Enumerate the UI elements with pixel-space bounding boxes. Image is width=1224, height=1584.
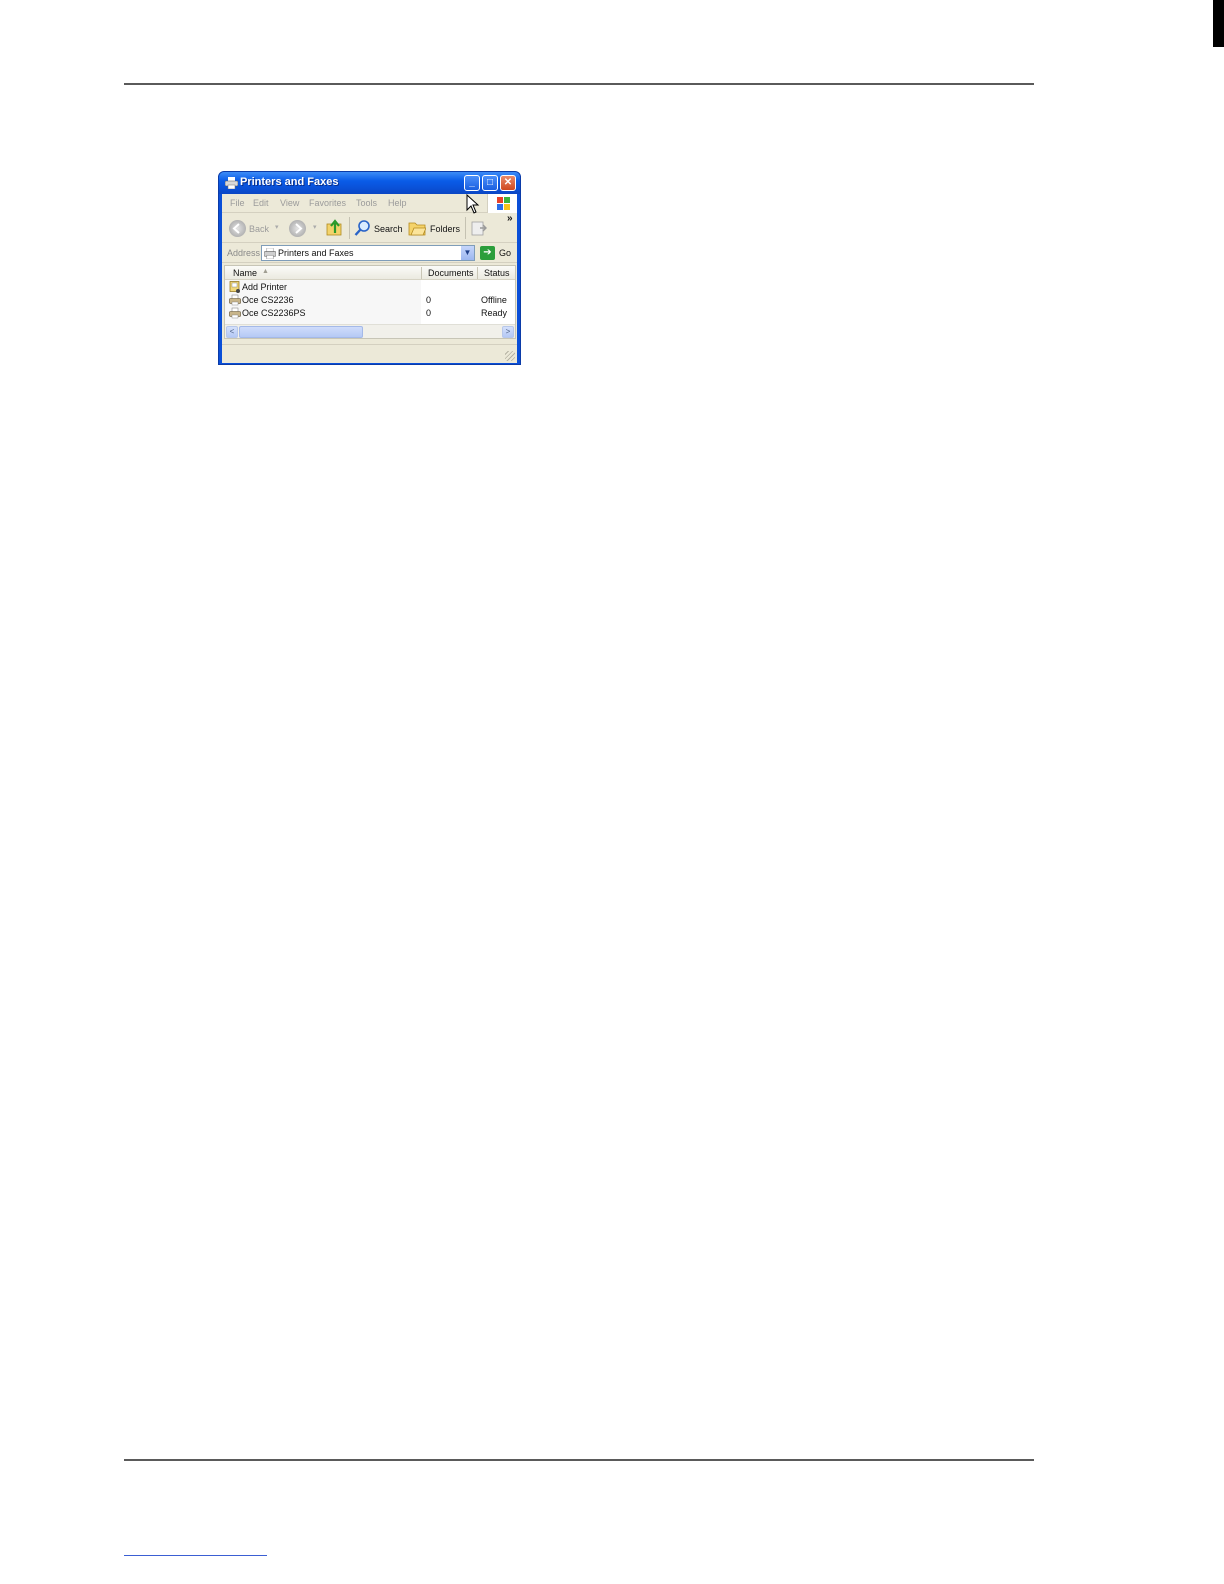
resize-grip[interactable] [505,351,515,361]
list-header: Name ▲ Documents Status [225,266,515,280]
views-icon[interactable] [470,220,488,237]
printer-icon [229,307,241,319]
folders-button[interactable]: Folders [430,224,460,234]
printer-list: Name ▲ Documents Status Add Printer Oce … [224,265,516,339]
toolbar: Back ▾ ▾ Search Folders » [222,213,517,243]
column-name[interactable]: Name [233,268,257,278]
column-documents[interactable]: Documents [428,268,474,278]
address-bar: Address Printers and Faxes ▼ ➔ Go [222,243,517,263]
printer-documents: 0 [426,308,432,318]
back-dropdown-icon[interactable]: ▾ [275,223,279,231]
search-button[interactable]: Search [374,224,403,234]
column-divider[interactable] [421,267,422,279]
menu-help[interactable]: Help [388,198,407,208]
go-arrow-icon: ➔ [483,247,492,258]
toolbar-overflow-icon[interactable]: » [507,213,513,224]
forward-dropdown-icon[interactable]: ▾ [313,223,317,231]
windows-logo-icon [487,194,517,213]
list-item[interactable]: Oce CS2236 0 Offline [225,294,517,307]
chevron-down-icon: ▼ [463,248,472,257]
mouse-cursor-icon [466,194,480,214]
menu-file[interactable]: File [230,198,245,208]
close-icon: ✕ [503,177,513,188]
horizontal-scrollbar[interactable]: < > [225,324,515,338]
add-printer-icon [229,281,240,293]
go-label[interactable]: Go [499,248,511,258]
window-client: File Edit View Favorites Tools Help Back… [222,194,517,363]
printer-documents: 0 [426,295,432,305]
address-dropdown-button[interactable]: ▼ [461,246,474,260]
window-title: Printers and Faxes [240,176,339,188]
address-printer-icon [264,248,276,259]
chevron-right-icon: > [505,327,511,336]
menu-edit[interactable]: Edit [253,198,269,208]
printer-icon [229,294,241,306]
menu-view[interactable]: View [280,198,299,208]
printer-status: Offline [481,295,507,305]
forward-button[interactable] [289,220,306,237]
list-item[interactable]: Oce CS2236PS 0 Ready [225,307,517,320]
close-button[interactable]: ✕ [500,175,516,191]
minimize-icon: _ [469,177,475,188]
chevron-left-icon: < [229,327,235,336]
page-edge-tab [1213,0,1224,47]
address-label: Address [227,248,261,258]
status-bar [222,344,517,363]
footer-link-underline[interactable] [124,1555,267,1556]
list-item[interactable]: Add Printer [225,281,517,294]
printer-status: Ready [481,308,508,318]
search-icon[interactable] [354,219,372,237]
minimize-button[interactable]: _ [464,175,480,191]
menu-favorites[interactable]: Favorites [309,198,346,208]
back-button[interactable] [229,220,246,237]
column-status[interactable]: Status [484,268,510,278]
go-button[interactable]: ➔ [480,246,495,260]
printer-name: Oce CS2236 [242,295,294,305]
printer-name: Oce CS2236PS [242,308,306,318]
address-input[interactable]: Printers and Faxes ▼ [261,245,475,261]
maximize-icon: □ [486,177,494,188]
scroll-thumb[interactable] [239,326,363,338]
scroll-right-button[interactable]: > [502,326,514,338]
toolbar-separator [465,217,466,239]
up-folder-icon[interactable] [326,219,344,237]
folders-icon[interactable] [408,220,426,236]
printer-icon [225,177,238,189]
printer-name: Add Printer [242,282,288,292]
forward-arrow-icon [295,223,303,234]
scroll-left-button[interactable]: < [226,326,238,338]
header-rule [124,83,1034,85]
back-label: Back [249,224,270,234]
column-divider[interactable] [477,267,478,279]
sort-ascending-icon: ▲ [262,268,269,275]
address-value: Printers and Faxes [278,248,354,258]
back-arrow-icon [232,223,240,234]
title-bar[interactable]: Printers and Faxes _ □ ✕ [219,172,520,194]
menu-tools[interactable]: Tools [356,198,377,208]
maximize-button[interactable]: □ [482,175,498,191]
footer-rule [124,1459,1034,1461]
toolbar-separator [349,217,350,239]
